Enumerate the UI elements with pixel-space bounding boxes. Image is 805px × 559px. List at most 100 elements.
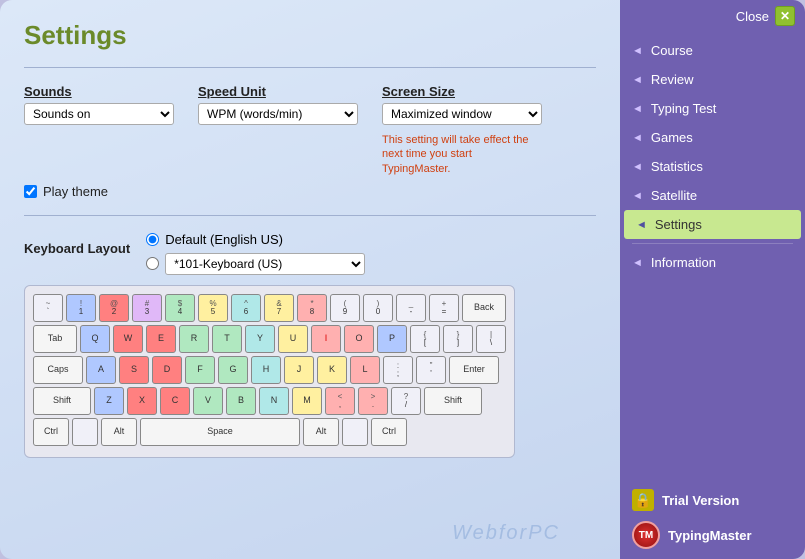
key-slash[interactable]: ?/ [391, 387, 421, 415]
close-bar: Close ✕ [620, 0, 805, 32]
key-minus[interactable]: _- [396, 294, 426, 322]
key-tilde[interactable]: ~` [33, 294, 63, 322]
key-2[interactable]: @2 [99, 294, 129, 322]
key-rbracket[interactable]: }] [443, 325, 473, 353]
key-9[interactable]: (9 [330, 294, 360, 322]
key-win-left[interactable] [72, 418, 98, 446]
screen-size-select[interactable]: Maximized window Full screen Normal wind… [382, 103, 542, 125]
play-theme-checkbox[interactable] [24, 185, 37, 198]
key-win-right[interactable] [342, 418, 368, 446]
key-lbracket[interactable]: {[ [410, 325, 440, 353]
sidebar-item-statistics[interactable]: ◄ Statistics [620, 152, 805, 181]
key-semicolon[interactable]: :; [383, 356, 413, 384]
key-enter[interactable]: Enter [449, 356, 499, 384]
sounds-label: Sounds [24, 84, 174, 99]
key-comma[interactable]: <, [325, 387, 355, 415]
key-period[interactable]: >. [358, 387, 388, 415]
radio-options: Default (English US) *101-Keyboard (US) [146, 232, 365, 275]
key-equals[interactable]: += [429, 294, 459, 322]
key-j[interactable]: J [284, 356, 314, 384]
keyboard-visual: ~` !1 @2 #3 $4 %5 ^6 &7 *8 (9 )0 _- += B… [24, 285, 515, 458]
speed-unit-label: Speed Unit [198, 84, 358, 99]
key-5[interactable]: %5 [198, 294, 228, 322]
key-3[interactable]: #3 [132, 294, 162, 322]
key-row-4: Shift Z X C V B N M <, >. ?/ Shift [33, 387, 506, 415]
sidebar-item-satellite[interactable]: ◄ Satellite [620, 181, 805, 210]
sidebar-item-games[interactable]: ◄ Games [620, 123, 805, 152]
sidebar-item-settings[interactable]: ◄ Settings [624, 210, 801, 239]
key-alt-left[interactable]: Alt [101, 418, 137, 446]
key-tab[interactable]: Tab [33, 325, 77, 353]
key-backslash[interactable]: |\ [476, 325, 506, 353]
key-b[interactable]: B [226, 387, 256, 415]
sidebar-item-information[interactable]: ◄ Information [620, 248, 805, 277]
key-l[interactable]: L [350, 356, 380, 384]
arrow-icon: ◄ [632, 257, 643, 269]
sidebar-item-label: Settings [655, 217, 702, 232]
sidebar-item-course[interactable]: ◄ Course [620, 36, 805, 65]
sidebar-bottom: 🔒 Trial Version TM TypingMaster [620, 479, 805, 559]
key-shift-left[interactable]: Shift [33, 387, 91, 415]
radio-101-row: *101-Keyboard (US) [146, 253, 365, 275]
key-k[interactable]: K [317, 356, 347, 384]
key-caps[interactable]: Caps [33, 356, 83, 384]
key-w[interactable]: W [113, 325, 143, 353]
settings-row: Sounds Sounds on Sounds off Speed Unit W… [24, 84, 596, 176]
radio-default-label: Default (English US) [165, 232, 283, 247]
key-7[interactable]: &7 [264, 294, 294, 322]
key-p[interactable]: P [377, 325, 407, 353]
close-button[interactable]: ✕ [775, 6, 795, 26]
key-u[interactable]: U [278, 325, 308, 353]
key-d[interactable]: D [152, 356, 182, 384]
play-theme-row: Play theme [24, 184, 596, 199]
key-shift-right[interactable]: Shift [424, 387, 482, 415]
key-ctrl-right[interactable]: Ctrl [371, 418, 407, 446]
key-g[interactable]: G [218, 356, 248, 384]
key-x[interactable]: X [127, 387, 157, 415]
key-y[interactable]: Y [245, 325, 275, 353]
sounds-select[interactable]: Sounds on Sounds off [24, 103, 174, 125]
key-t[interactable]: T [212, 325, 242, 353]
key-i[interactable]: I [311, 325, 341, 353]
key-v[interactable]: V [193, 387, 223, 415]
key-n[interactable]: N [259, 387, 289, 415]
key-alt-right[interactable]: Alt [303, 418, 339, 446]
section-divider [24, 67, 596, 68]
key-m[interactable]: M [292, 387, 322, 415]
key-quote[interactable]: "' [416, 356, 446, 384]
keyboard-layout-header: Keyboard Layout Default (English US) *10… [24, 232, 596, 275]
key-ctrl-left[interactable]: Ctrl [33, 418, 69, 446]
arrow-icon: ◄ [632, 132, 643, 144]
key-row-3: Caps A S D F G H J K L :; "' Enter [33, 356, 506, 384]
sidebar-item-review[interactable]: ◄ Review [620, 65, 805, 94]
key-r[interactable]: R [179, 325, 209, 353]
key-f[interactable]: F [185, 356, 215, 384]
radio-default[interactable] [146, 233, 159, 246]
sidebar-item-typing-test[interactable]: ◄ Typing Test [620, 94, 805, 123]
key-6[interactable]: ^6 [231, 294, 261, 322]
close-label: Close [736, 9, 769, 24]
key-4[interactable]: $4 [165, 294, 195, 322]
key-s[interactable]: S [119, 356, 149, 384]
key-q[interactable]: Q [80, 325, 110, 353]
key-1[interactable]: !1 [66, 294, 96, 322]
trial-version-row: 🔒 Trial Version [632, 489, 793, 511]
speed-unit-select[interactable]: WPM (words/min) CPM (chars/min) KPH (key… [198, 103, 358, 125]
key-z[interactable]: Z [94, 387, 124, 415]
key-o[interactable]: O [344, 325, 374, 353]
key-backspace[interactable]: Back [462, 294, 506, 322]
arrow-icon: ◄ [632, 103, 643, 115]
key-0[interactable]: )0 [363, 294, 393, 322]
key-space[interactable]: Space [140, 418, 300, 446]
key-c[interactable]: C [160, 387, 190, 415]
key-e[interactable]: E [146, 325, 176, 353]
key-row-2: Tab Q W E R T Y U I O P {[ }] |\ [33, 325, 506, 353]
key-a[interactable]: A [86, 356, 116, 384]
speed-unit-group: Speed Unit WPM (words/min) CPM (chars/mi… [198, 84, 358, 125]
key-h[interactable]: H [251, 356, 281, 384]
radio-101[interactable] [146, 257, 159, 270]
sidebar: Close ✕ ◄ Course ◄ Review ◄ Typing Test … [620, 0, 805, 559]
keyboard-101-select[interactable]: *101-Keyboard (US) [165, 253, 365, 275]
key-8[interactable]: *8 [297, 294, 327, 322]
arrow-icon: ◄ [632, 74, 643, 86]
